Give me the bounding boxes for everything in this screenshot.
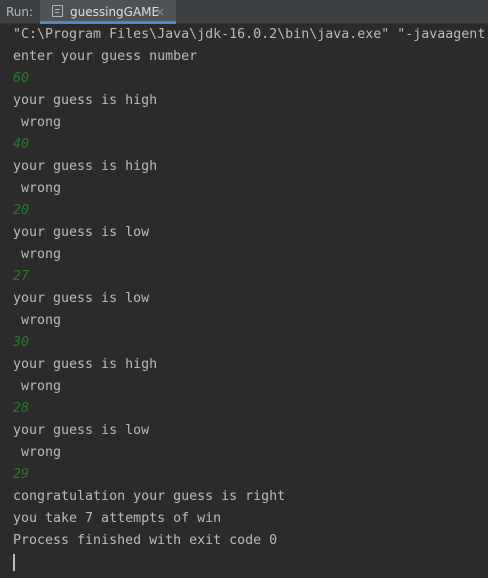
console-input-line: 29 [13, 467, 30, 482]
console-output-line: wrong [13, 313, 62, 328]
console-output-line: your guess is high [13, 93, 158, 108]
console-output-line: your guess is low [13, 423, 150, 438]
console-output-line: wrong [13, 379, 62, 394]
console-output-line: Process finished with exit code 0 [13, 533, 278, 548]
console-output-line: your guess is low [13, 291, 150, 306]
console-icon [52, 5, 63, 17]
console-output-line: wrong [13, 445, 62, 460]
console-output-line: enter your guess number [13, 49, 198, 64]
console-output-line: your guess is high [13, 159, 158, 174]
console-input-line: 20 [13, 203, 30, 218]
console-output-line: wrong [13, 181, 62, 196]
text-cursor [13, 554, 15, 571]
tab-title: guessingGAME [70, 5, 160, 19]
console-output-line: your guess is high [13, 357, 158, 372]
console-output-line: wrong [13, 247, 62, 262]
run-label: Run: [6, 5, 34, 19]
console-output-line: you take 7 attempts of win [13, 511, 222, 526]
console-output-line: "C:\Program Files\Java\jdk-16.0.2\bin\ja… [13, 27, 486, 42]
console-output[interactable]: "C:\Program Files\Java\jdk-16.0.2\bin\ja… [0, 24, 488, 578]
console-input-line: 40 [13, 137, 30, 152]
console-input-line: 27 [13, 269, 30, 284]
console-output-line: wrong [13, 115, 62, 130]
console-input-line: 60 [13, 71, 30, 86]
close-icon[interactable]: × [155, 4, 165, 20]
run-tool-window: Run: guessingGAME × "C:\Program Files\Ja… [0, 0, 488, 578]
run-toolbar: Run: guessingGAME × [0, 0, 488, 24]
console-input-line: 30 [13, 335, 30, 350]
tab-guessinggame[interactable]: guessingGAME × [40, 0, 176, 24]
console-input-line: 28 [13, 401, 30, 416]
console-output-line: congratulation your guess is right [13, 489, 286, 504]
console-output-line: your guess is low [13, 225, 150, 240]
